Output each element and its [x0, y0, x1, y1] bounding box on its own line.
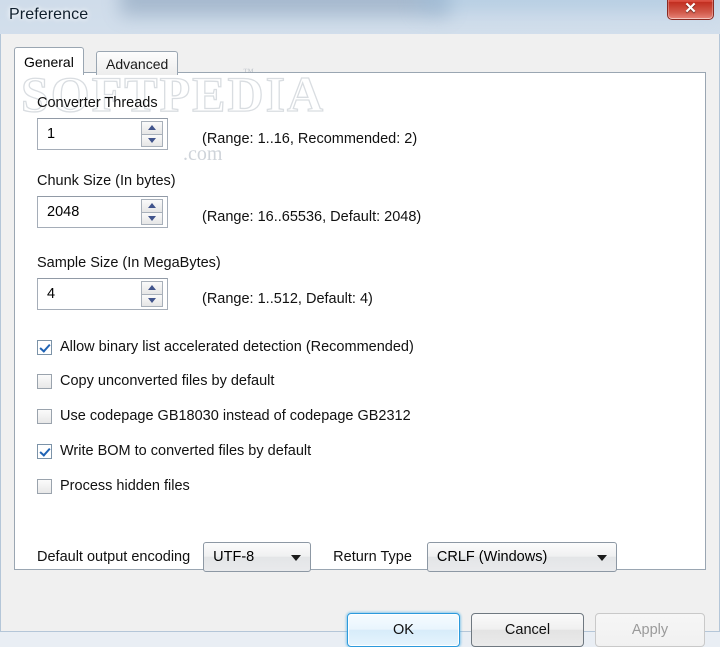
converter-threads-spin-buttons[interactable] [141, 121, 163, 147]
spinner-down-button[interactable] [141, 294, 163, 307]
sample-size-spin-buttons[interactable] [141, 281, 163, 307]
checkbox-codepage-gb18030-label: Use codepage GB18030 instead of codepage… [60, 408, 411, 424]
checkbox-codepage-gb18030[interactable] [37, 408, 52, 424]
converter-threads-spinner[interactable] [37, 118, 168, 150]
cancel-button-label: Cancel [504, 622, 551, 638]
chevron-down-icon [596, 555, 607, 561]
spinner-down-button[interactable] [141, 134, 163, 147]
checkbox-row-hidden-files[interactable]: Process hidden files [37, 476, 190, 496]
titlebar: Preference ✕ [0, 0, 720, 34]
chevron-up-icon [148, 285, 156, 291]
close-button[interactable]: ✕ [667, 0, 714, 20]
preference-window: Preference ✕ General Advanced SOFTPEDIA … [0, 0, 720, 647]
chunk-size-spinner[interactable] [37, 196, 168, 228]
checkbox-copy-unconverted-label: Copy unconverted files by default [60, 373, 275, 389]
chevron-down-icon [291, 555, 302, 561]
checkbox-row-copy-unconverted[interactable]: Copy unconverted files by default [37, 371, 274, 391]
checkbox-copy-unconverted[interactable] [37, 373, 52, 389]
checkbox-row-write-bom[interactable]: Write BOM to converted files by default [37, 441, 311, 461]
field-converter-threads-label: Converter Threads [37, 95, 158, 111]
chunk-size-spin-buttons[interactable] [141, 199, 163, 225]
sample-size-spinner[interactable] [37, 278, 168, 310]
field-converter-threads-hint: (Range: 1..16, Recommended: 2) [202, 131, 418, 147]
field-sample-size-label: Sample Size (In MegaBytes) [37, 255, 221, 271]
watermark-trademark-icon: ™ [243, 67, 254, 79]
checkbox-process-hidden-files-label: Process hidden files [60, 478, 190, 494]
field-converter-threads: Converter Threads (Range: 1..16, Recomme… [37, 95, 417, 150]
field-chunk-size: Chunk Size (In bytes) (Range: 16..65536,… [37, 173, 421, 228]
return-type-label: Return Type [333, 549, 412, 565]
encoding-label: Default output encoding [37, 549, 191, 565]
checkbox-row-codepage[interactable]: Use codepage GB18030 instead of codepage… [37, 406, 411, 426]
ok-button[interactable]: OK [347, 613, 460, 647]
checkbox-binary-list-label: Allow binary list accelerated detection … [60, 339, 414, 355]
client-area: General Advanced SOFTPEDIA ™ .com Conver… [0, 34, 720, 647]
checkbox-process-hidden-files[interactable] [37, 478, 52, 494]
apply-button-label: Apply [631, 622, 669, 638]
field-chunk-size-label: Chunk Size (In bytes) [37, 173, 176, 189]
spinner-up-button[interactable] [141, 121, 163, 135]
field-chunk-size-hint: (Range: 16..65536, Default: 2048) [202, 209, 422, 225]
tab-advanced[interactable]: Advanced [96, 51, 179, 75]
spinner-up-button[interactable] [141, 281, 163, 295]
cancel-button[interactable]: Cancel [471, 613, 584, 647]
checkbox-row-binary-list[interactable]: Allow binary list accelerated detection … [37, 337, 414, 357]
field-sample-size-hint: (Range: 1..512, Default: 4) [202, 291, 373, 307]
spinner-up-button[interactable] [141, 199, 163, 213]
checkbox-binary-list[interactable] [37, 339, 52, 355]
spinner-down-button[interactable] [141, 212, 163, 225]
tab-panel-general: SOFTPEDIA ™ .com Converter Threads (Rang… [14, 65, 706, 573]
encoding-select-value: UTF-8 [213, 549, 255, 565]
field-sample-size: Sample Size (In MegaBytes) (Range: 1..51… [37, 255, 373, 310]
chevron-down-icon [148, 297, 156, 303]
tab-general[interactable]: General [14, 47, 84, 75]
encoding-settings-row: Default output encoding UTF-8 Return Typ… [37, 541, 617, 573]
close-icon: ✕ [684, 0, 697, 17]
ok-button-label: OK [393, 622, 414, 638]
tab-general-label: General [24, 53, 74, 70]
tab-advanced-label: Advanced [106, 55, 169, 72]
window-title: Preference [9, 6, 89, 23]
encoding-select[interactable]: UTF-8 [203, 542, 312, 572]
return-type-select-value: CRLF (Windows) [436, 549, 548, 565]
apply-button[interactable]: Apply [595, 613, 705, 647]
return-type-select[interactable]: CRLF (Windows) [426, 542, 617, 572]
chevron-up-icon [148, 125, 156, 131]
chevron-down-icon [148, 137, 156, 143]
checkbox-write-bom[interactable] [37, 443, 52, 459]
checkbox-write-bom-label: Write BOM to converted files by default [60, 443, 312, 459]
chevron-up-icon [148, 203, 156, 209]
chevron-down-icon [148, 215, 156, 221]
